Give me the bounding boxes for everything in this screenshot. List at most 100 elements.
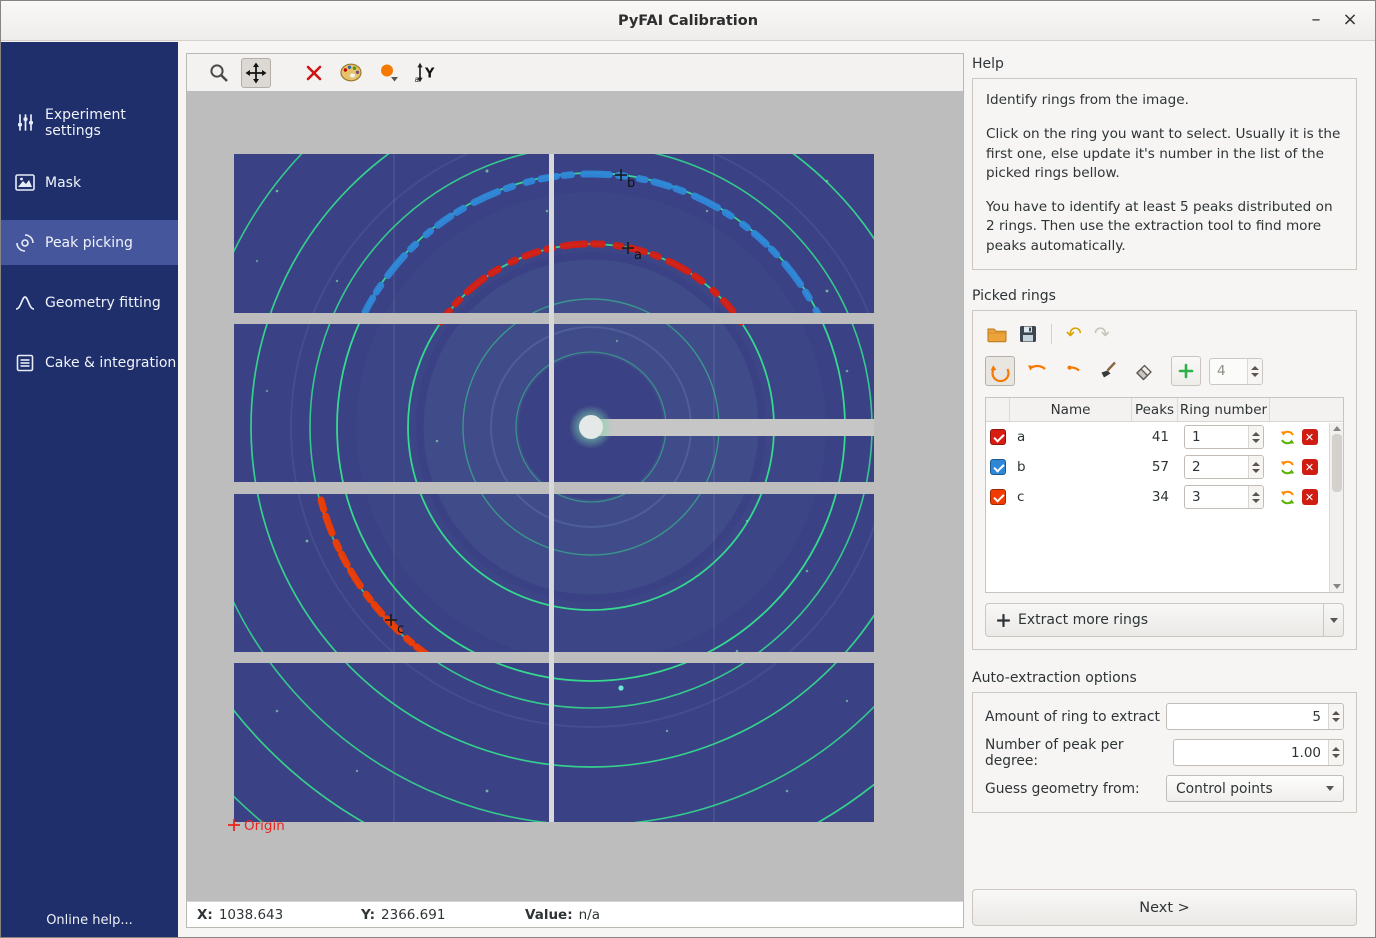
delete-ring-button[interactable]: ✕ bbox=[1302, 459, 1318, 475]
sidebar-item-experiment-settings[interactable]: Experiment settings bbox=[1, 100, 178, 145]
status-value-value: n/a bbox=[579, 907, 600, 923]
delete-ring-button[interactable]: ✕ bbox=[1302, 489, 1318, 505]
delete-ring-button[interactable]: ✕ bbox=[1302, 429, 1318, 445]
spinbox-arrows[interactable] bbox=[1328, 704, 1343, 729]
sidebar: Experiment settings Mask Peak picking bbox=[1, 42, 178, 937]
refresh-ring-button[interactable] bbox=[1279, 489, 1296, 506]
spinbox-arrows[interactable] bbox=[1328, 740, 1343, 765]
y-axis-orientation-button[interactable]: Ya bbox=[410, 58, 440, 88]
add-ring-button[interactable] bbox=[1171, 356, 1201, 386]
single-peak-tool-button[interactable] bbox=[1057, 356, 1087, 386]
ring-visible-checkbox[interactable] bbox=[990, 429, 1006, 445]
table-row: b 57 2 ✕ bbox=[986, 452, 1343, 482]
status-y-label: Y: bbox=[361, 907, 375, 923]
amount-of-rings-label: Amount of ring to extract bbox=[985, 709, 1160, 725]
close-button[interactable]: × bbox=[1333, 1, 1367, 41]
col-name[interactable]: Name bbox=[1010, 398, 1132, 421]
ring-number-spinbox[interactable]: 1 bbox=[1184, 425, 1264, 449]
y-axis-icon: Ya bbox=[414, 62, 437, 83]
rings-target-icon bbox=[14, 233, 36, 253]
help-paragraph: Click on the ring you want to select. Us… bbox=[986, 125, 1343, 183]
ring-name[interactable]: c bbox=[1010, 489, 1132, 505]
refresh-ring-button[interactable] bbox=[1279, 459, 1296, 476]
sidebar-item-mask[interactable]: Mask bbox=[1, 160, 178, 205]
chevron-down-icon bbox=[1326, 786, 1334, 791]
col-ring-number[interactable]: Ring number bbox=[1178, 398, 1270, 421]
ring-visible-checkbox[interactable] bbox=[990, 489, 1006, 505]
sidebar-item-label: Experiment settings bbox=[45, 107, 178, 139]
window-title: PyFAI Calibration bbox=[1, 1, 1375, 40]
diffraction-image[interactable]: b a c Origin bbox=[187, 91, 963, 901]
refresh-icon bbox=[1279, 429, 1296, 446]
module-gap bbox=[549, 154, 554, 822]
extract-button-label: Extract more rings bbox=[1018, 612, 1148, 628]
col-actions bbox=[1270, 398, 1326, 421]
save-button[interactable] bbox=[1019, 325, 1037, 343]
pan-tool-button[interactable] bbox=[241, 58, 271, 88]
plot-statusbar: X: 1038.643 Y: 2366.691 Value: n/a bbox=[187, 901, 963, 927]
plot-toolbar: Ya bbox=[187, 54, 963, 91]
picked-rings-tools-toolbar: 4 bbox=[985, 353, 1344, 389]
red-cross-icon bbox=[304, 63, 324, 83]
mask-image-icon bbox=[14, 174, 36, 191]
next-button[interactable]: Next > bbox=[972, 889, 1357, 926]
ring-name[interactable]: b bbox=[1010, 459, 1132, 475]
spinbox-arrows[interactable] bbox=[1248, 486, 1263, 508]
spinbox-arrows[interactable] bbox=[1248, 456, 1263, 478]
sidebar-item-cake-integration[interactable]: Cake & integration bbox=[1, 340, 178, 385]
col-peaks[interactable]: Peaks bbox=[1132, 398, 1178, 421]
brush-tool-button[interactable] bbox=[1093, 356, 1123, 386]
marker-a-label: a bbox=[634, 248, 642, 263]
option-row: Guess geometry from: Control points bbox=[985, 775, 1344, 802]
scrollbar-thumb[interactable] bbox=[1332, 434, 1342, 492]
ring-number-spinbox[interactable]: 2 bbox=[1184, 455, 1264, 479]
spinbox-arrows[interactable] bbox=[1247, 359, 1262, 384]
extract-row: Extract more rings bbox=[985, 603, 1344, 637]
palette-icon bbox=[340, 63, 362, 82]
minimize-button[interactable]: – bbox=[1299, 1, 1333, 41]
online-help-link[interactable]: Online help... bbox=[1, 913, 178, 928]
marker-style-button[interactable] bbox=[373, 58, 403, 88]
eraser-tool-button[interactable] bbox=[1129, 356, 1159, 386]
sidebar-item-geometry-fitting[interactable]: Geometry fitting bbox=[1, 280, 178, 325]
redo-button[interactable]: ↷ bbox=[1094, 325, 1110, 344]
full-ring-tool-button[interactable] bbox=[985, 356, 1015, 386]
amount-of-rings-spinbox[interactable]: 5 bbox=[1166, 703, 1344, 730]
clear-markers-button[interactable] bbox=[299, 58, 329, 88]
option-row: Number of peak per degree: 1.00 bbox=[985, 739, 1344, 766]
diffraction-plot-area[interactable]: b a c Origin bbox=[187, 91, 963, 901]
pan-arrows-icon bbox=[245, 62, 267, 84]
colormap-button[interactable] bbox=[336, 58, 366, 88]
marker-c-label: c bbox=[397, 622, 404, 637]
sidebar-item-label: Peak picking bbox=[45, 235, 133, 251]
full-ring-icon bbox=[988, 359, 1013, 384]
zoom-tool-button[interactable] bbox=[204, 58, 234, 88]
refresh-icon bbox=[1279, 489, 1296, 506]
ring-number-spinbox[interactable]: 3 bbox=[1184, 485, 1264, 509]
guess-geometry-combobox[interactable]: Control points bbox=[1166, 775, 1344, 802]
sidebar-item-label: Cake & integration bbox=[45, 355, 176, 371]
new-ring-number-value: 4 bbox=[1210, 359, 1247, 384]
ring-visible-checkbox[interactable] bbox=[990, 459, 1006, 475]
table-row: a 41 1 ✕ bbox=[986, 422, 1343, 452]
scroll-up-arrow[interactable] bbox=[1333, 426, 1341, 431]
spinbox-arrows[interactable] bbox=[1248, 426, 1263, 448]
sidebar-item-peak-picking[interactable]: Peak picking bbox=[1, 220, 178, 265]
arc-tool-button[interactable] bbox=[1021, 356, 1051, 386]
undo-button[interactable]: ↶ bbox=[1066, 325, 1082, 344]
extract-options-dropdown[interactable] bbox=[1324, 603, 1344, 637]
integration-doc-icon bbox=[14, 354, 36, 372]
table-scrollbar[interactable] bbox=[1329, 423, 1343, 592]
status-x-value: 1038.643 bbox=[219, 907, 283, 923]
beamstop-disc bbox=[579, 415, 603, 439]
help-paragraph: You have to identify at least 5 peaks di… bbox=[986, 198, 1343, 256]
scroll-down-arrow[interactable] bbox=[1333, 584, 1341, 589]
open-button[interactable] bbox=[987, 326, 1007, 343]
toolbar-separator bbox=[1051, 324, 1052, 344]
new-ring-number-spinbox[interactable]: 4 bbox=[1209, 358, 1263, 385]
peaks-per-degree-spinbox[interactable]: 1.00 bbox=[1173, 739, 1344, 766]
magnifier-icon bbox=[208, 62, 230, 84]
refresh-ring-button[interactable] bbox=[1279, 429, 1296, 446]
ring-name[interactable]: a bbox=[1010, 429, 1132, 445]
extract-more-rings-button[interactable]: Extract more rings bbox=[985, 603, 1324, 637]
